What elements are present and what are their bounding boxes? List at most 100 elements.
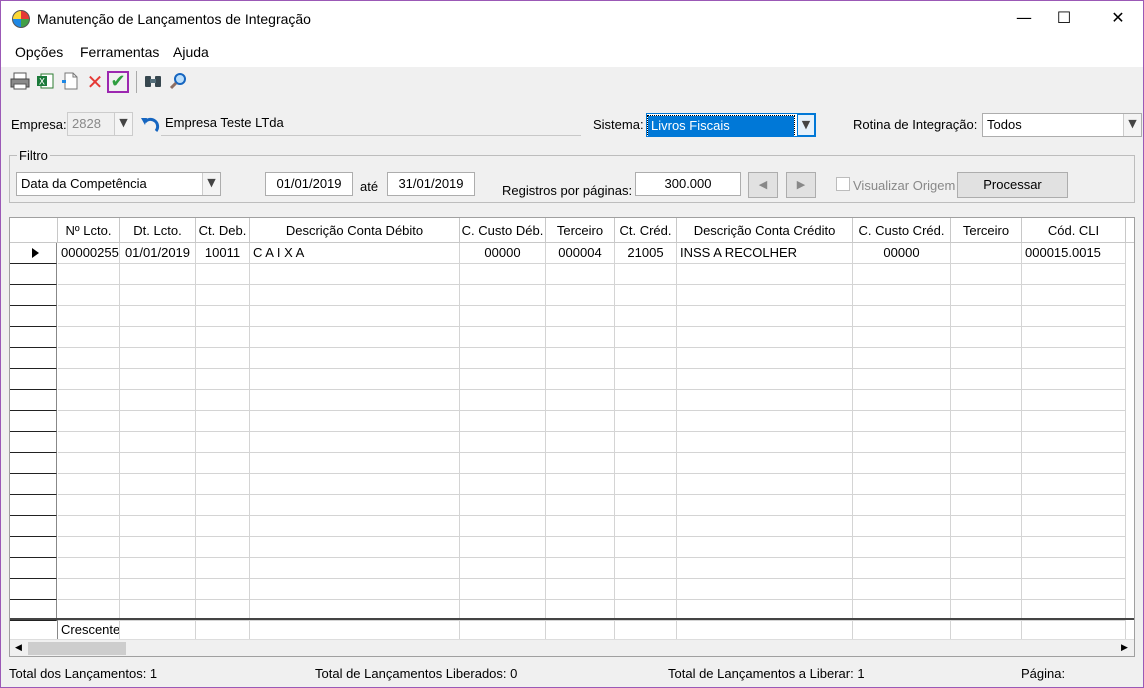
table-cell[interactable] — [120, 348, 196, 369]
lancamentos-grid[interactable]: Nº Lcto. Dt. Lcto. Ct. Deb. Descrição Co… — [9, 217, 1135, 657]
table-cell[interactable] — [951, 306, 1022, 327]
row-indicator[interactable] — [10, 285, 57, 306]
table-cell[interactable] — [546, 453, 615, 474]
table-cell[interactable] — [196, 369, 250, 390]
table-cell[interactable] — [951, 348, 1022, 369]
table-row[interactable] — [10, 411, 1134, 432]
table-cell[interactable] — [196, 432, 250, 453]
table-cell[interactable] — [677, 432, 853, 453]
row-indicator[interactable] — [10, 348, 57, 369]
table-cell[interactable] — [1022, 432, 1126, 453]
table-cell[interactable] — [196, 306, 250, 327]
col-header[interactable]: Terceiro — [951, 218, 1022, 243]
table-cell[interactable] — [546, 411, 615, 432]
confirm-icon[interactable]: ✔ — [107, 71, 129, 93]
table-cell[interactable] — [120, 369, 196, 390]
table-cell[interactable] — [250, 495, 460, 516]
table-cell[interactable] — [460, 264, 546, 285]
table-cell[interactable] — [250, 558, 460, 579]
table-cell[interactable] — [951, 285, 1022, 306]
table-cell[interactable] — [120, 558, 196, 579]
chevron-down-icon[interactable]: ▼ — [1123, 114, 1141, 136]
table-cell[interactable] — [677, 579, 853, 600]
table-cell[interactable]: 21005 — [615, 243, 677, 264]
table-cell[interactable] — [460, 537, 546, 558]
menu-opcoes[interactable]: Opções — [15, 44, 63, 60]
table-cell[interactable] — [58, 558, 120, 579]
table-cell[interactable] — [951, 243, 1022, 264]
table-cell[interactable] — [460, 327, 546, 348]
table-cell[interactable] — [120, 537, 196, 558]
table-cell[interactable] — [951, 327, 1022, 348]
table-cell[interactable] — [677, 516, 853, 537]
table-cell[interactable] — [951, 537, 1022, 558]
table-cell[interactable] — [853, 327, 951, 348]
table-cell[interactable] — [250, 432, 460, 453]
date-to-input[interactable]: 31/01/2019 — [387, 172, 475, 196]
table-cell[interactable] — [120, 327, 196, 348]
table-cell[interactable] — [677, 327, 853, 348]
table-cell[interactable] — [853, 474, 951, 495]
row-indicator[interactable] — [10, 390, 57, 411]
row-indicator[interactable] — [10, 306, 57, 327]
new-document-icon[interactable] — [59, 71, 81, 93]
table-cell[interactable] — [196, 390, 250, 411]
table-cell[interactable] — [460, 474, 546, 495]
table-cell[interactable] — [250, 474, 460, 495]
table-cell[interactable] — [1022, 369, 1126, 390]
table-cell[interactable]: 01/01/2019 — [120, 243, 196, 264]
table-cell[interactable] — [853, 411, 951, 432]
col-header[interactable]: C. Custo Créd. — [853, 218, 951, 243]
table-cell[interactable] — [196, 411, 250, 432]
table-cell[interactable] — [677, 411, 853, 432]
table-row[interactable] — [10, 495, 1134, 516]
table-cell[interactable] — [677, 537, 853, 558]
binoculars-icon[interactable] — [142, 71, 164, 93]
table-cell[interactable] — [853, 537, 951, 558]
table-cell[interactable] — [460, 432, 546, 453]
table-cell[interactable] — [250, 579, 460, 600]
table-cell[interactable] — [546, 348, 615, 369]
table-cell[interactable] — [58, 348, 120, 369]
current-row-arrow-icon[interactable] — [10, 243, 57, 264]
table-cell[interactable] — [615, 390, 677, 411]
row-indicator[interactable] — [10, 474, 57, 495]
table-cell[interactable] — [546, 306, 615, 327]
table-cell[interactable] — [1022, 495, 1126, 516]
table-row[interactable] — [10, 453, 1134, 474]
row-indicator[interactable] — [10, 411, 57, 432]
table-cell[interactable] — [677, 285, 853, 306]
table-cell[interactable] — [1022, 453, 1126, 474]
table-cell[interactable] — [615, 285, 677, 306]
table-cell[interactable] — [250, 264, 460, 285]
table-row[interactable] — [10, 264, 1134, 285]
table-cell[interactable] — [1022, 474, 1126, 495]
chevron-down-icon[interactable]: ▼ — [202, 173, 220, 195]
table-cell[interactable] — [615, 348, 677, 369]
table-cell[interactable] — [120, 285, 196, 306]
table-cell[interactable] — [1022, 264, 1126, 285]
table-cell[interactable] — [677, 558, 853, 579]
table-cell[interactable] — [460, 285, 546, 306]
table-cell[interactable] — [1022, 327, 1126, 348]
table-cell[interactable] — [615, 264, 677, 285]
row-indicator[interactable] — [10, 327, 57, 348]
row-indicator[interactable] — [10, 537, 57, 558]
table-cell[interactable] — [677, 495, 853, 516]
table-row[interactable] — [10, 579, 1134, 600]
table-cell[interactable] — [120, 411, 196, 432]
undo-arrow-icon[interactable] — [139, 114, 161, 136]
filtro-tipo-select[interactable]: Data da Competência ▼ — [16, 172, 221, 196]
row-indicator[interactable] — [10, 453, 57, 474]
row-indicator[interactable] — [10, 369, 57, 390]
table-cell[interactable] — [546, 516, 615, 537]
table-cell[interactable] — [460, 390, 546, 411]
table-cell[interactable] — [853, 516, 951, 537]
table-cell[interactable] — [615, 558, 677, 579]
table-cell[interactable] — [1022, 285, 1126, 306]
magnifier-icon[interactable] — [167, 71, 189, 93]
table-cell[interactable] — [460, 516, 546, 537]
table-cell[interactable] — [120, 495, 196, 516]
table-row[interactable] — [10, 390, 1134, 411]
table-cell[interactable] — [460, 411, 546, 432]
